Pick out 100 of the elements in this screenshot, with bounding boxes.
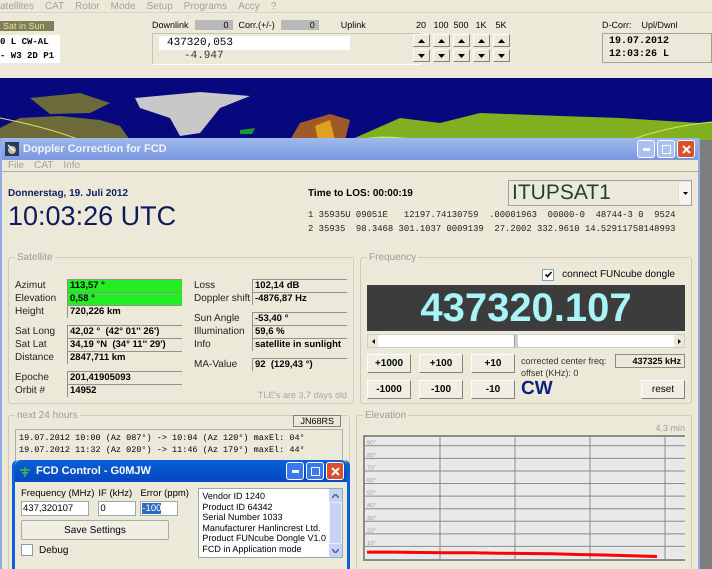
maximize-button[interactable] <box>306 462 324 480</box>
time-text: 12:03:26 L <box>609 49 670 60</box>
reset-button[interactable]: reset <box>641 380 685 398</box>
step-down-button[interactable] <box>452 49 470 62</box>
minimize-button[interactable] <box>286 462 304 480</box>
group-title: Elevation <box>364 410 408 421</box>
doppler-value: -4.947 <box>183 50 225 62</box>
tle-line: 2 35935 98.3468 301.1037 0009139 27.2002 332.9610 14.52911758148993 <box>308 223 676 236</box>
value-field: 59,6 % <box>252 325 347 338</box>
corrected-frequency-label: corrected center freq: <box>521 356 607 366</box>
sat-status-label: Sat in Sun <box>0 21 54 31</box>
satellite-dropdown[interactable]: ITUPSAT1 <box>508 180 692 206</box>
field-label: Sun Angle <box>194 313 241 324</box>
dropdown-arrow-icon <box>682 192 688 194</box>
scrollbar[interactable] <box>329 489 342 557</box>
checkbox[interactable] <box>21 544 33 556</box>
save-settings-button[interactable]: Save Settings <box>21 520 169 540</box>
time-to-los-text: Time to LOS: 00:00:19 <box>308 188 413 198</box>
step-down-button[interactable] <box>412 49 430 62</box>
value-field: 92 (129,43 °) <box>252 358 347 371</box>
step-label: 100 <box>433 20 449 32</box>
date-text: 19.07.2012 <box>609 36 670 47</box>
field-label: Height <box>15 306 45 317</box>
correction-label: Corr.(+/-) <box>238 20 275 30</box>
frequency-slider[interactable] <box>367 334 685 348</box>
info-line: Vendor ID 1240 <box>202 491 266 502</box>
up-arrow-icon <box>458 38 464 42</box>
downlink-correction-field: 0 <box>194 20 233 30</box>
close-icon <box>682 144 690 154</box>
close-button[interactable] <box>326 462 344 480</box>
field-label: Error (ppm) <box>140 488 189 499</box>
pass-entry: 19.07.2012 11:32 (Az 020°) -> 11:46 (Az 179°) maxEl: 44° <box>19 444 306 456</box>
step-up-button[interactable] <box>432 34 450 47</box>
field-label: Elevation <box>15 293 58 304</box>
window-title: FCD Control - G0MJW <box>36 465 152 477</box>
input-field[interactable]: -100 <box>140 501 178 516</box>
value-field: 102,14 dB <box>252 279 347 292</box>
value-field: 42,02 ° (42° 01'' 26') <box>67 325 182 338</box>
uplink-downlink-label: Upl/Dwnl <box>642 20 678 30</box>
step-down-button[interactable] <box>472 49 490 62</box>
correction-field: 0 <box>280 20 319 30</box>
corrected-frequency-field: 437325 kHz <box>615 354 685 368</box>
maximize-icon <box>662 144 670 154</box>
value-field: -53,40 ° <box>252 312 347 325</box>
step-up-button[interactable] <box>412 34 430 47</box>
up-arrow-icon <box>438 38 444 42</box>
mode-label: CW <box>521 378 553 400</box>
pass-entry: 19.07.2012 10:00 (Az 087°) -> 10:04 (Az 120°) maxEl: 04° <box>19 432 306 444</box>
up-arrow-icon <box>418 38 424 42</box>
info-line: Manufacturer Hanlincrest Ltd. <box>202 522 322 533</box>
info-line: Product ID 64342 <box>202 502 274 512</box>
field-label: IF (kHz) <box>98 488 134 499</box>
step-button[interactable]: +1000 <box>367 354 411 373</box>
minimize-icon <box>292 470 298 472</box>
maximize-icon <box>310 466 320 476</box>
step-button[interactable]: +10 <box>471 354 515 373</box>
group-title: Frequency <box>368 252 418 263</box>
field-label: MA-Value <box>194 359 238 370</box>
step-button[interactable]: -1000 <box>367 380 411 399</box>
close-icon <box>330 466 340 476</box>
step-up-button[interactable] <box>472 34 490 47</box>
step-up-button[interactable] <box>452 34 470 47</box>
step-down-button[interactable] <box>432 49 450 62</box>
checkmark-icon <box>544 271 552 278</box>
field-label: Info <box>194 339 212 350</box>
up-arrow-icon <box>478 38 484 42</box>
step-button[interactable]: -10 <box>471 380 515 399</box>
field-label: Orbit # <box>15 385 46 396</box>
tle-line: 1 35935U 09051E 12197.74130759 .00001963 00000-0 48744-3 0 9524 <box>308 209 676 222</box>
tle-age-note: TLE's are 3,7 days old <box>258 390 347 400</box>
slider-thumb[interactable] <box>514 335 518 347</box>
input-field[interactable]: 0 <box>98 501 136 516</box>
down-arrow-icon <box>418 54 424 58</box>
minimize-icon <box>642 148 650 150</box>
info-line: Product FUNcube Dongle V1.0 <box>202 533 326 544</box>
mode-text: 0 L CW-AL <box>0 36 50 49</box>
checkbox[interactable] <box>542 268 554 280</box>
utc-clock: 10:03:26 UTC <box>8 201 178 232</box>
value-field: 34,19 °N (34° 11'' 29') <box>67 338 182 351</box>
downlink-frequency-field[interactable]: 437320,053 <box>159 36 350 50</box>
step-up-button[interactable] <box>492 34 510 47</box>
step-label: 20 <box>416 20 426 32</box>
value-field: 720,226 km <box>67 305 182 318</box>
group-title: Satellite <box>16 252 54 263</box>
step-down-button[interactable] <box>492 49 510 62</box>
field-label: Azimut <box>15 280 47 291</box>
value-field: -4876,87 Hz <box>252 292 347 305</box>
frequency-display: 437320.107 <box>367 285 685 331</box>
value-field: 113,57 ° <box>67 279 182 292</box>
field-label: Distance <box>15 352 55 363</box>
step-button[interactable]: -100 <box>419 380 463 399</box>
step-label: 1K <box>475 20 486 32</box>
value-field: 2847,711 km <box>67 351 182 364</box>
value-field: 0,58 ° <box>67 292 182 305</box>
field-label: Doppler shift <box>194 293 252 304</box>
input-field[interactable]: 437,320107 <box>21 501 89 516</box>
field-label: Loss <box>194 280 216 291</box>
date-text: Donnerstag, 19. Juli 2012 <box>8 188 130 199</box>
step-button[interactable]: +100 <box>419 354 463 373</box>
value-field: 201,41905093 <box>67 371 182 384</box>
